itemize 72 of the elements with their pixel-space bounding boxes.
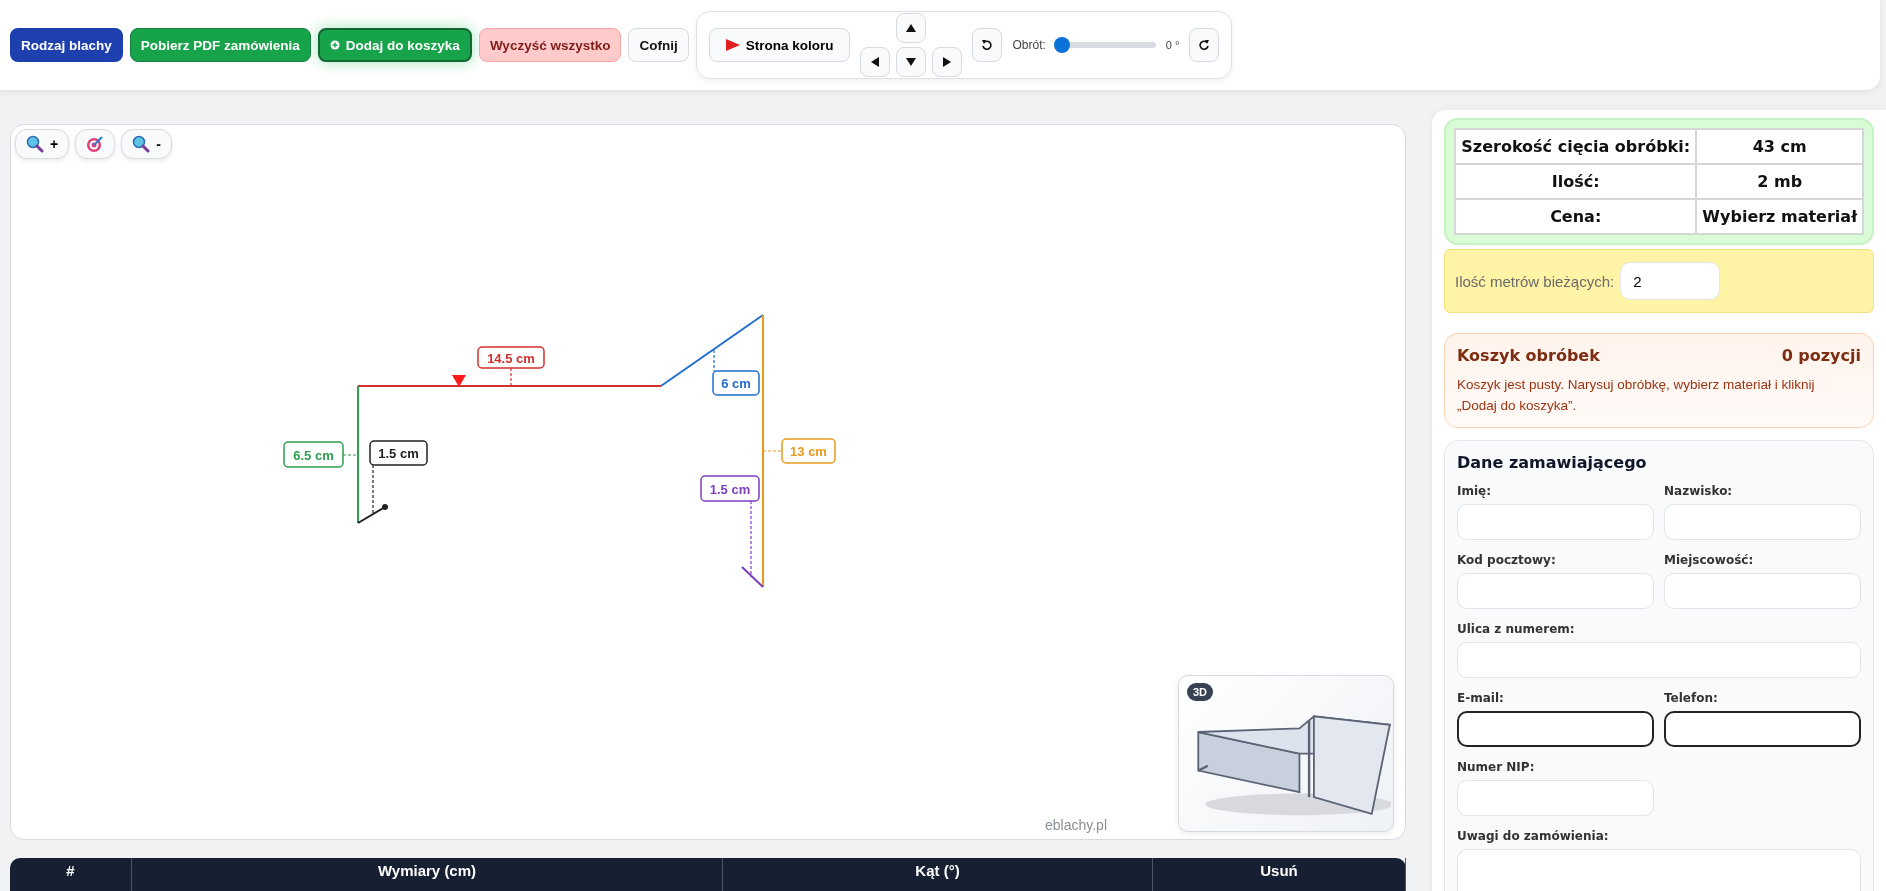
zoom-in-button[interactable]: + [15,129,70,159]
dimension-label[interactable]: 1.5 cm [369,440,428,466]
leader-line [342,454,359,456]
field-label: E-mail: [1457,690,1505,705]
end-point[interactable] [382,504,388,510]
table-cell: 2 mb [1696,164,1863,199]
rotation-value: 0 ° [1165,39,1180,51]
meters-input[interactable]: 2 [1620,262,1721,300]
field-label: Imię: [1457,483,1493,498]
dimension-label[interactable]: 6 cm [712,370,760,396]
cart-title: Koszyk obróbek [1457,346,1600,365]
triangle-arrow-icon [906,24,917,32]
cart-message: Koszyk jest pusty. Narysuj obróbkę, wybierz materiał i kliknij „Dodaj do koszyka”. [1457,376,1816,415]
table-cell: Wybierz materiał [1696,199,1863,234]
move-up-button[interactable] [896,13,927,43]
table-cell: Szerokość cięcia obróbki: [1455,129,1697,164]
slider-thumb[interactable] [1053,37,1070,53]
move-down-button[interactable] [896,47,927,77]
leader-line [510,367,512,387]
dimension-label[interactable]: 6.5 cm [283,441,344,468]
move-right-button[interactable] [932,47,963,77]
leader-line [372,464,374,516]
toolbar-button[interactable]: Wyczyść wszystko [478,28,622,62]
table-cell: Cena: [1455,199,1697,234]
column-header: Usuń [1153,858,1406,891]
view-badge: 3D [1187,683,1214,701]
column-header: Kąt (°) [723,858,1153,891]
center-view-button[interactable] [75,129,116,159]
toolbar-button[interactable]: Cofnij [628,28,689,62]
preview-3d-panel[interactable]: 3D [1178,675,1394,832]
rotate-right-button[interactable] [1189,28,1220,62]
rotation-label: Obrót: [1012,38,1046,52]
field-label: Uwagi do zamówienia: [1457,828,1610,843]
dimension-label[interactable]: 1.5 cm [700,475,760,502]
meters-label: Ilość metrów bieżących: [1455,272,1615,290]
triangle-arrow-icon [906,58,917,66]
plus-icon [329,40,340,50]
field-label: Miejscowość: [1664,552,1755,567]
target-icon [86,135,105,153]
rotate-icon [981,39,994,51]
magnifier-icon [132,135,151,153]
column-header: Wymiary (cm) [132,858,723,891]
zoom-out-button[interactable]: - [121,129,172,159]
triangle-arrow-icon [871,57,880,67]
rotate-icon [1198,39,1211,51]
table-cell: Ilość: [1455,164,1697,199]
site-label: eblachy.pl [1045,817,1107,833]
triangle-marker [452,375,466,387]
field-label: Kod pocztowy: [1457,552,1557,567]
rotate-left-button[interactable] [972,28,1003,62]
table-cell: 43 cm [1696,129,1863,164]
dimension-label[interactable]: 14.5 cm [477,346,545,369]
field-label: Telefon: [1664,690,1719,705]
column-header: # [10,858,132,891]
color-side-button[interactable]: Strona koloru [708,28,851,62]
play-icon [725,39,740,51]
rotation-slider[interactable] [1055,37,1156,53]
sheet-segment[interactable] [357,506,386,524]
field-label: Ulica z numerem: [1457,621,1576,636]
input-field[interactable] [1457,710,1654,747]
triangle-arrow-icon [943,57,952,67]
field-label: Nazwisko: [1664,483,1734,498]
leader-line [713,349,715,372]
field-label: Numer NIP: [1457,759,1536,774]
form-title: Dane zamawiającego [1457,452,1648,472]
cart-count: 0 pozycji [1781,346,1861,365]
sheet-type-button[interactable]: Rodzaj blachy [10,28,123,62]
input-field[interactable] [1664,710,1861,747]
move-left-button[interactable] [860,47,891,77]
leader-line [762,450,783,452]
sheet-segment[interactable] [741,566,764,588]
magnifier-icon [26,135,44,153]
